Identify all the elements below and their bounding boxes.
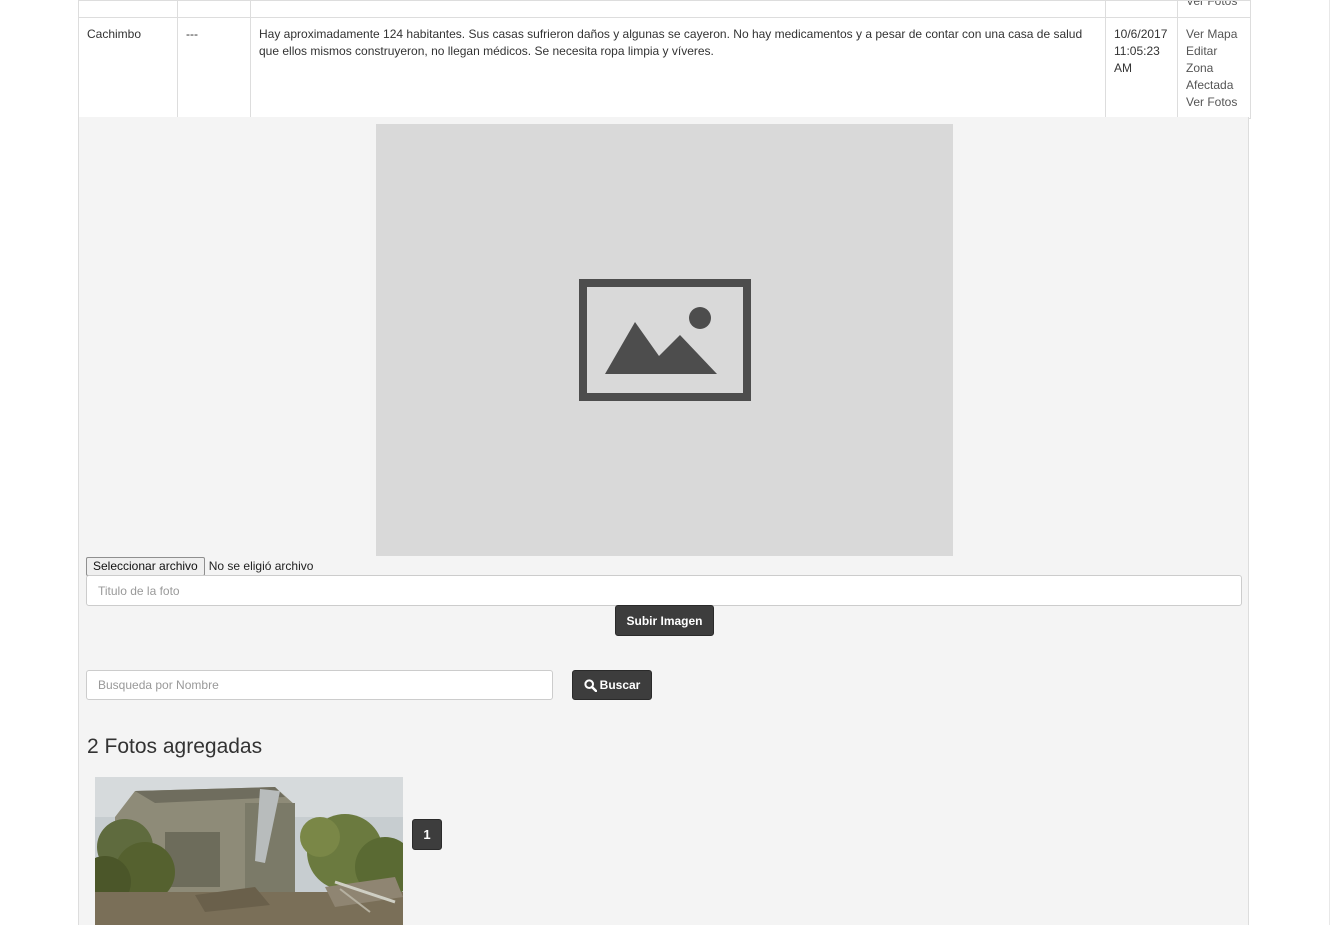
table-row: Cachimbo --- Hay aproximadamente 124 hab…: [78, 17, 1251, 119]
search-button-label: Buscar: [599, 678, 641, 692]
zone-code-cell: ---: [177, 17, 251, 119]
file-picker: Seleccionar archivo No se eligió archivo: [86, 556, 313, 576]
damaged-house-photo: [95, 777, 403, 925]
file-status-text: No se eligió archivo: [208, 559, 314, 573]
photos-panel: Seleccionar archivo No se eligió archivo…: [78, 117, 1249, 925]
date-text: 10/6/2017: [1114, 27, 1168, 41]
choose-file-button[interactable]: Seleccionar archivo: [86, 556, 205, 576]
image-placeholder-icon: [578, 279, 751, 401]
edit-zone-link-line2[interactable]: Zona: [1186, 60, 1242, 77]
zone-name-cell: Cachimbo: [78, 17, 178, 119]
image-preview: [376, 124, 953, 556]
view-photos-link[interactable]: Ver Fotos: [1186, 94, 1242, 111]
view-photos-link[interactable]: Ver Fotos: [1186, 1, 1237, 10]
photo-thumbnail[interactable]: [95, 777, 403, 925]
meridiem-text: AM: [1114, 61, 1132, 75]
photo-title-input[interactable]: [86, 575, 1242, 606]
table-row: Ver Fotos: [78, 0, 1251, 18]
photos-count-title: 2 Fotos agregadas: [87, 735, 263, 758]
search-input[interactable]: [86, 670, 553, 700]
zone-date-cell: 10/6/2017 11:05:23 AM: [1105, 17, 1178, 119]
view-map-link[interactable]: Ver Mapa: [1186, 26, 1242, 43]
search-icon: [584, 678, 597, 692]
page-edge: [1329, 0, 1330, 925]
zones-table: Ver Fotos Cachimbo --- Hay aproximadamen…: [78, 0, 1251, 119]
search-button[interactable]: Buscar: [572, 670, 652, 700]
zone-actions-cell: Ver Mapa Editar Zona Afectada Ver Fotos: [1177, 17, 1251, 119]
upload-image-button[interactable]: Subir Imagen: [615, 605, 714, 636]
pagination-page-button[interactable]: 1: [412, 819, 442, 850]
zone-description-cell: Hay aproximadamente 124 habitantes. Sus …: [250, 17, 1106, 119]
time-text: 11:05:23: [1114, 44, 1160, 58]
edit-zone-link-line3[interactable]: Afectada: [1186, 77, 1242, 94]
edit-zone-link-line1[interactable]: Editar: [1186, 43, 1242, 60]
